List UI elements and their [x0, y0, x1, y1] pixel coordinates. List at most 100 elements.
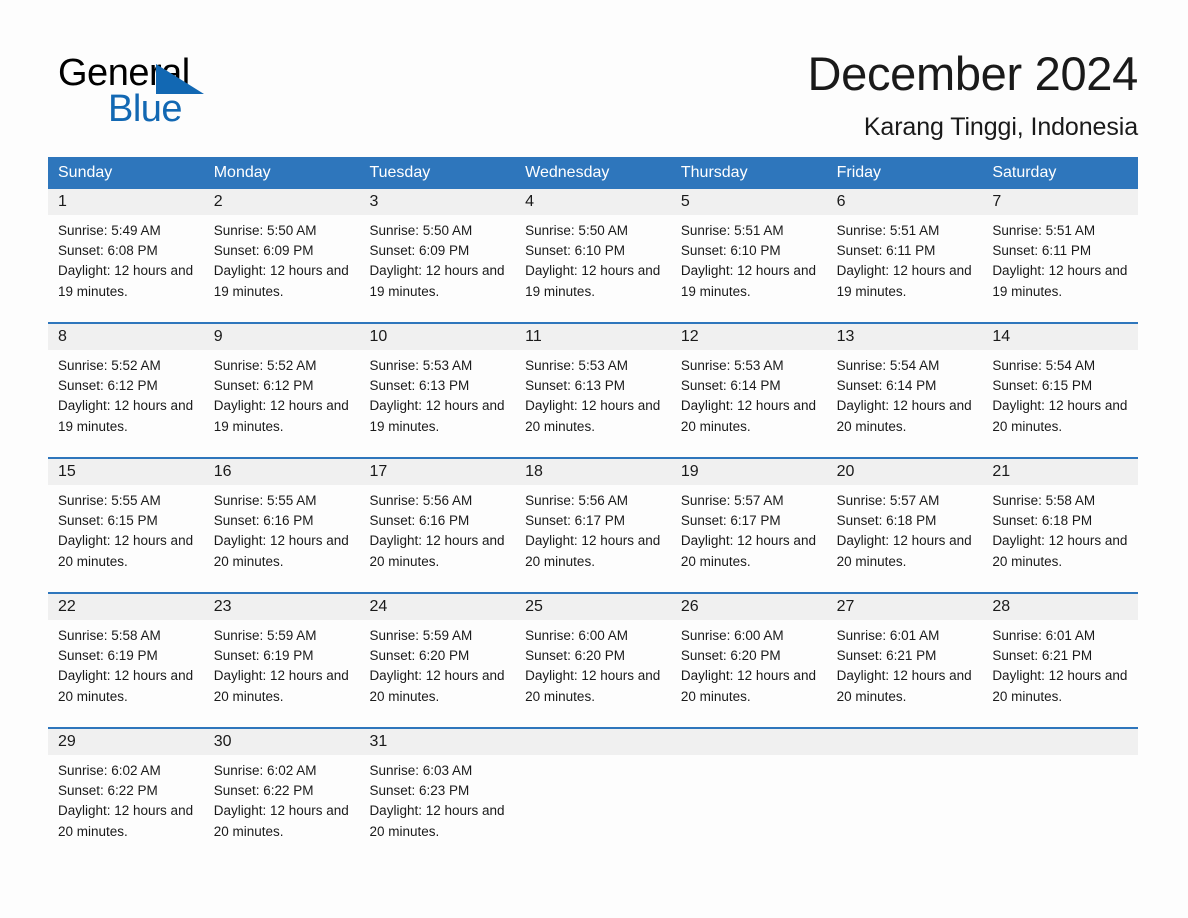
calendar-day-cell[interactable]: 21 Sunrise: 5:58 AM Sunset: 6:18 PM Dayligh…	[982, 459, 1139, 592]
calendar-day-cell[interactable]: 13 Sunrise: 5:54 AM Sunset: 6:14 PM Dayligh…	[826, 324, 983, 457]
day-number: 23	[213, 598, 232, 615]
calendar-day-cell[interactable]: 10 Sunrise: 5:53 AM Sunset: 6:13 PM Dayligh…	[359, 324, 516, 457]
sunrise-text: Sunrise: 5:50 AM	[525, 223, 628, 238]
weekday-header-saturday: Saturday	[992, 164, 1057, 181]
day-number-band: 25	[515, 594, 671, 620]
calendar-day-cell[interactable]: 23 Sunrise: 5:59 AM Sunset: 6:19 PM Dayligh…	[203, 594, 360, 727]
day-number-band: 30	[203, 729, 360, 755]
calendar-day-cell[interactable]: 12 Sunrise: 5:53 AM Sunset: 6:14 PM Dayligh…	[670, 324, 827, 457]
calendar-day-cell[interactable]: 5 Sunrise: 5:51 AM Sunset: 6:10 PM Daylight…	[670, 189, 827, 322]
calendar-day-cell[interactable]: 25 Sunrise: 6:00 AM Sunset: 6:20 PM Dayligh…	[515, 594, 671, 727]
calendar-day-cell[interactable]: 7 Sunrise: 5:51 AM Sunset: 6:11 PM Daylight…	[982, 189, 1139, 322]
calendar-day-cell[interactable]: 11 Sunrise: 5:53 AM Sunset: 6:13 PM Dayligh…	[515, 324, 671, 457]
day-sun-info: Sunrise: 5:52 AM Sunset: 6:12 PM Daylight:…	[48, 350, 204, 445]
day-number: 22	[58, 598, 76, 615]
calendar-body: 1 Sunrise: 5:49 AM Sunset: 6:08 PM Daylight…	[48, 189, 1139, 862]
calendar-day-cell[interactable]: 20 Sunrise: 5:57 AM Sunset: 6:18 PM Dayligh…	[826, 459, 983, 592]
weekday-header-sunday: Sunday	[58, 164, 113, 181]
calendar-day-cell[interactable]: 19 Sunrise: 5:57 AM Sunset: 6:17 PM Dayligh…	[670, 459, 827, 592]
sunset-text: Sunset: 6:15 PM	[58, 513, 158, 529]
day-number: 8	[58, 328, 67, 345]
daylight-text: Daylight: 12 hours and 19 minutes.	[213, 263, 349, 299]
day-sun-info: Sunrise: 6:00 AM Sunset: 6:20 PM Daylight:…	[671, 620, 827, 715]
calendar-day-cell[interactable]: 16 Sunrise: 5:55 AM Sunset: 6:16 PM Dayligh…	[203, 459, 360, 592]
daylight-text: Daylight: 12 hours and 20 minutes.	[58, 668, 194, 704]
calendar-day-cell[interactable]: 1 Sunrise: 5:49 AM Sunset: 6:08 PM Daylight…	[48, 189, 204, 322]
calendar-day-cell[interactable]: 8 Sunrise: 5:52 AM Sunset: 6:12 PM Daylight…	[48, 324, 204, 457]
day-number-band: 24	[359, 594, 516, 620]
daylight-text: Daylight: 12 hours and 20 minutes.	[213, 533, 349, 569]
day-sun-info: Sunrise: 6:02 AM Sunset: 6:22 PM Daylight:…	[204, 755, 360, 850]
sunrise-text: Sunrise: 5:51 AM	[680, 223, 784, 238]
calendar-day-cell[interactable]: 9 Sunrise: 5:52 AM Sunset: 6:12 PM Daylight…	[203, 324, 360, 457]
daylight-text: Daylight: 12 hours and 20 minutes.	[58, 533, 194, 569]
daylight-text: Daylight: 12 hours and 20 minutes.	[680, 398, 816, 434]
sunset-text: Sunset: 6:20 PM	[369, 648, 470, 664]
day-number: 30	[213, 733, 232, 750]
sunrise-text: Sunrise: 5:51 AM	[992, 223, 1096, 238]
calendar-day-cell[interactable]: 3 Sunrise: 5:50 AM Sunset: 6:09 PM Daylight…	[359, 189, 516, 322]
day-number: 31	[369, 733, 388, 750]
sunset-text: Sunset: 6:20 PM	[680, 648, 781, 664]
calendar-day-cell[interactable]: 24 Sunrise: 5:59 AM Sunset: 6:20 PM Dayligh…	[359, 594, 516, 727]
day-number: 1	[58, 193, 67, 210]
page-title: December 2024	[807, 47, 1138, 100]
day-sun-info: Sunrise: 5:59 AM Sunset: 6:19 PM Daylight:…	[204, 620, 360, 715]
daylight-text: Daylight: 12 hours and 20 minutes.	[836, 398, 972, 434]
day-sun-info: Sunrise: 5:52 AM Sunset: 6:12 PM Daylight:…	[204, 350, 360, 445]
day-number: 28	[992, 598, 1011, 615]
calendar-day-cell[interactable]: 18 Sunrise: 5:56 AM Sunset: 6:17 PM Dayligh…	[515, 459, 671, 592]
calendar-day-cell[interactable]: 6 Sunrise: 5:51 AM Sunset: 6:11 PM Daylight…	[826, 189, 983, 322]
location-subtitle: Karang Tinggi, Indonesia	[863, 113, 1138, 141]
calendar-day-cell[interactable]: 31 Sunrise: 6:03 AM Sunset: 6:23 PM Dayligh…	[359, 729, 516, 862]
title-block: December 2024 Karang Tinggi, Indonesia	[438, 46, 1138, 144]
calendar-day-cell[interactable]: 27 Sunrise: 6:01 AM Sunset: 6:21 PM Dayligh…	[826, 594, 983, 727]
calendar-day-cell[interactable]: 17 Sunrise: 5:56 AM Sunset: 6:16 PM Dayligh…	[359, 459, 516, 592]
sunset-text: Sunset: 6:12 PM	[58, 378, 158, 394]
sunrise-text: Sunrise: 5:52 AM	[213, 358, 317, 373]
sunset-text: Sunset: 6:19 PM	[58, 648, 158, 664]
sunset-text: Sunset: 6:14 PM	[680, 378, 781, 394]
day-sun-info: Sunrise: 6:03 AM Sunset: 6:23 PM Daylight:…	[359, 755, 515, 850]
daylight-text: Daylight: 12 hours and 19 minutes.	[369, 263, 505, 299]
sunset-text: Sunset: 6:14 PM	[836, 378, 937, 394]
day-number: 12	[680, 328, 699, 345]
sunset-text: Sunset: 6:10 PM	[680, 243, 781, 259]
calendar-day-cell[interactable]: 30 Sunrise: 6:02 AM Sunset: 6:22 PM Dayligh…	[203, 729, 360, 862]
calendar-day-cell[interactable]: 22 Sunrise: 5:58 AM Sunset: 6:19 PM Dayligh…	[48, 594, 204, 727]
page-header: General Blue December 2024 Karang Tinggi…	[48, 46, 1138, 146]
daylight-text: Daylight: 12 hours and 20 minutes.	[369, 533, 505, 569]
calendar-day-cell[interactable]: 14 Sunrise: 5:54 AM Sunset: 6:15 PM Dayligh…	[982, 324, 1139, 457]
day-number: 29	[58, 733, 76, 750]
sunrise-text: Sunrise: 5:54 AM	[992, 358, 1096, 373]
day-number: 16	[213, 463, 232, 480]
calendar-day-cell[interactable]: 2 Sunrise: 5:50 AM Sunset: 6:09 PM Daylight…	[203, 189, 360, 322]
calendar-day-cell[interactable]: 15 Sunrise: 5:55 AM Sunset: 6:15 PM Dayligh…	[48, 459, 204, 592]
sunset-text: Sunset: 6:18 PM	[992, 513, 1093, 529]
day-sun-info: Sunrise: 5:50 AM Sunset: 6:10 PM Daylight:…	[515, 215, 671, 310]
daylight-text: Daylight: 12 hours and 20 minutes.	[680, 668, 816, 704]
calendar-day-cell-empty	[826, 729, 983, 862]
sunrise-text: Sunrise: 5:53 AM	[680, 358, 784, 373]
calendar-day-cell-empty	[670, 729, 827, 862]
calendar-day-cell[interactable]: 28 Sunrise: 6:01 AM Sunset: 6:21 PM Dayligh…	[982, 594, 1139, 727]
day-number-band: 20	[826, 459, 983, 485]
sunrise-text: Sunrise: 5:59 AM	[213, 628, 317, 643]
daylight-text: Daylight: 12 hours and 20 minutes.	[836, 668, 972, 704]
day-sun-info: Sunrise: 6:02 AM Sunset: 6:22 PM Daylight:…	[48, 755, 204, 850]
calendar-week-row: 1 Sunrise: 5:49 AM Sunset: 6:08 PM Daylight…	[48, 189, 1139, 322]
daylight-text: Daylight: 12 hours and 20 minutes.	[369, 803, 505, 839]
day-sun-info: Sunrise: 5:49 AM Sunset: 6:08 PM Daylight:…	[48, 215, 204, 310]
sunset-text: Sunset: 6:15 PM	[992, 378, 1093, 394]
calendar-day-cell[interactable]: 4 Sunrise: 5:50 AM Sunset: 6:10 PM Daylight…	[515, 189, 671, 322]
day-number-band: 6	[826, 189, 983, 215]
calendar-table: Sunday Monday Tuesday Wednesday Thursday Frid…	[48, 157, 1139, 862]
sunrise-text: Sunrise: 6:00 AM	[680, 628, 784, 643]
day-sun-info: Sunrise: 5:51 AM Sunset: 6:11 PM Daylight:…	[827, 215, 983, 310]
sunset-text: Sunset: 6:19 PM	[213, 648, 314, 664]
logo-text-blue: Blue	[108, 88, 183, 130]
day-number: 24	[369, 598, 388, 615]
calendar-day-cell[interactable]: 26 Sunrise: 6:00 AM Sunset: 6:20 PM Dayligh…	[670, 594, 827, 727]
generalblue-logo[interactable]: General Blue	[58, 52, 318, 138]
calendar-day-cell[interactable]: 29 Sunrise: 6:02 AM Sunset: 6:22 PM Dayligh…	[48, 729, 204, 862]
